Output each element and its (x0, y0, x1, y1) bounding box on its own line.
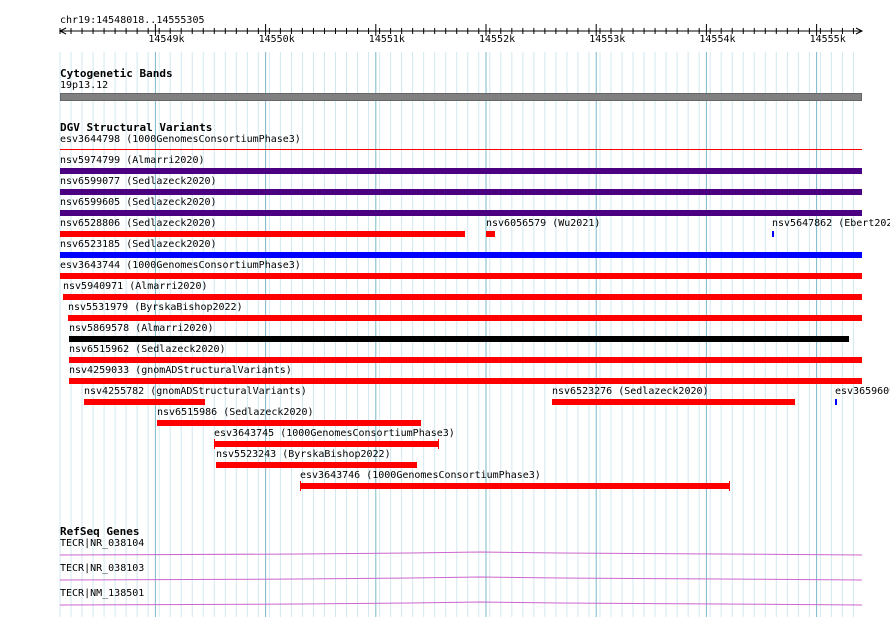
sv-bar-esv3659609[interactable] (835, 399, 837, 405)
sv-label-nsv6528806[interactable]: nsv6528806 (Sedlazeck2020) (60, 218, 217, 230)
refseq-track-title: RefSeq Genes (60, 525, 140, 538)
sv-bar-nsv6523276[interactable] (552, 399, 795, 405)
gene-model[interactable] (0, 573, 890, 583)
sv-label-nsv5974799[interactable]: nsv5974799 (Almarri2020) (60, 155, 205, 167)
gene-model[interactable] (0, 548, 890, 558)
sv-bar-esv3644798[interactable] (60, 149, 862, 150)
ruler-tick-label: 14550k (258, 34, 295, 45)
sv-bar-nsv5531979[interactable] (68, 315, 862, 321)
ruler-tick-label: 14555k (809, 34, 846, 45)
sv-label-nsv6523185[interactable]: nsv6523185 (Sedlazeck2020) (60, 239, 217, 251)
sv-label-nsv5531979[interactable]: nsv5531979 (ByrskaBishop2022) (68, 302, 243, 314)
dgv-track-title: DGV Structural Variants (60, 121, 213, 134)
sv-bar-nsv6599605[interactable] (60, 210, 862, 216)
ruler-tick-label: 14551k (368, 34, 405, 45)
genome-browser-view[interactable]: chr19:14548018..14555305 14549k 14550k 145… (0, 0, 890, 617)
sv-bar-nsv5869578[interactable] (69, 336, 849, 342)
sv-label-nsv6523276[interactable]: nsv6523276 (Sedlazeck2020) (552, 386, 709, 398)
sv-bar-nsv5523243[interactable] (216, 462, 417, 468)
gene-intron-line (59, 551, 863, 556)
sv-end-cap (729, 481, 730, 491)
sv-label-esv3643744[interactable]: esv3643744 (1000GenomesConsortiumPhase3) (60, 260, 301, 272)
sv-bar-nsv5940971[interactable] (63, 294, 862, 300)
sv-label-nsv4255782[interactable]: nsv4255782 (gnomADStructuralVariants) (84, 386, 307, 398)
sv-label-nsv5869578[interactable]: nsv5869578 (Almarri2020) (69, 323, 214, 335)
cyto-band-bar[interactable] (60, 93, 862, 101)
sv-bar-nsv6528806[interactable] (60, 231, 465, 237)
sv-label-nsv4259033[interactable]: nsv4259033 (gnomADStructuralVariants) (69, 365, 292, 377)
sv-bar-nsv4255782[interactable] (84, 399, 205, 405)
sv-label-nsv6515962[interactable]: nsv6515962 (Sedlazeck2020) (69, 344, 226, 356)
sv-bar-nsv6523185[interactable] (60, 252, 862, 258)
sv-label-nsv5523243[interactable]: nsv5523243 (ByrskaBishop2022) (216, 449, 391, 461)
gene-intron-line (59, 576, 863, 581)
sv-label-esv3659609[interactable]: esv3659609 (835, 386, 890, 398)
sv-bar-nsv4259033[interactable] (69, 378, 862, 384)
ruler-tick-label: 14549k (148, 34, 185, 45)
sv-label-nsv6599605[interactable]: nsv6599605 (Sedlazeck2020) (60, 197, 217, 209)
gene-model[interactable] (0, 598, 890, 608)
sv-label-nsv6515986[interactable]: nsv6515986 (Sedlazeck2020) (157, 407, 314, 419)
sv-bar-nsv6515962[interactable] (69, 357, 862, 363)
sv-label-nsv5647862[interactable]: nsv5647862 (Ebert2021) (772, 218, 890, 230)
sv-label-nsv6056579[interactable]: nsv6056579 (Wu2021) (486, 218, 600, 230)
sv-bar-esv3643744[interactable] (60, 273, 862, 279)
ruler-axis[interactable] (0, 0, 890, 50)
sv-label-nsv6599077[interactable]: nsv6599077 (Sedlazeck2020) (60, 176, 217, 188)
ruler-tick-label: 14553k (589, 34, 626, 45)
sv-end-cap (438, 439, 439, 449)
gene-intron-line (59, 601, 863, 606)
cyto-band-label: 19p13.12 (60, 80, 109, 91)
sv-bar-esv3643745[interactable] (214, 441, 439, 447)
sv-bar-nsv6599077[interactable] (60, 189, 862, 195)
sv-bar-nsv6056579[interactable] (486, 231, 495, 237)
cyto-track-title: Cytogenetic Bands (60, 67, 173, 80)
sv-label-nsv5940971[interactable]: nsv5940971 (Almarri2020) (63, 281, 208, 293)
ruler-tick-label: 14554k (699, 34, 736, 45)
sv-bar-nsv6515986[interactable] (157, 420, 421, 426)
sv-end-cap (214, 439, 215, 449)
sv-label-esv3643746[interactable]: esv3643746 (1000GenomesConsortiumPhase3) (300, 470, 541, 482)
ruler-tick-label: 14552k (479, 34, 516, 45)
sv-bar-esv3643746[interactable] (300, 483, 730, 489)
sv-end-cap (300, 481, 301, 491)
sv-label-esv3643745[interactable]: esv3643745 (1000GenomesConsortiumPhase3) (214, 428, 455, 440)
sv-bar-nsv5647862[interactable] (772, 231, 774, 237)
sv-bar-nsv5974799[interactable] (60, 168, 862, 174)
sv-label-esv3644798[interactable]: esv3644798 (1000GenomesConsortiumPhase3) (60, 134, 301, 146)
